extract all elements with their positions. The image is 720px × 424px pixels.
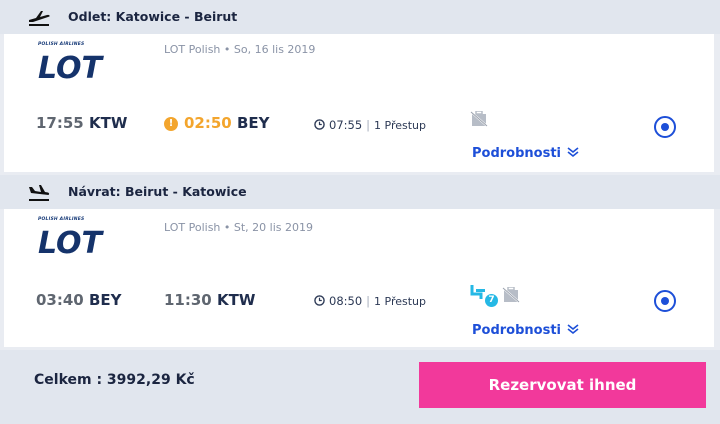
- details-label: Podrobnosti: [472, 323, 562, 338]
- lot-wordmark: LOT: [38, 52, 105, 80]
- departure-time: 03:40 BEY: [36, 291, 122, 309]
- carrier-date: LOT Polish • St, 20 lis 2019: [164, 221, 313, 234]
- no-luggage-icon: [502, 287, 520, 303]
- separator: |: [366, 294, 371, 308]
- arrival-time: 02:50 BEY: [184, 114, 270, 132]
- duration: 07:55: [329, 118, 363, 132]
- book-now-button[interactable]: Rezervovat ihned: [419, 362, 706, 408]
- outbound-card[interactable]: POLISH AIRLINES LOT LOT Polish • So, 16 …: [4, 34, 714, 172]
- arrival-time: 11:30 KTW: [164, 291, 256, 309]
- svg-text:LOT: LOT: [38, 227, 105, 255]
- duration-stops: 08:50 | 1 Přestup: [314, 294, 426, 308]
- return-title: Návrat: Beirut - Katowice: [68, 184, 247, 199]
- duration-stops: 07:55 | 1 Přestup: [314, 118, 426, 132]
- select-outbound-radio[interactable]: [654, 116, 676, 138]
- svg-text:LOT: LOT: [38, 52, 105, 80]
- details-link[interactable]: Podrobnosti: [472, 323, 579, 338]
- warning-icon[interactable]: !: [164, 117, 178, 131]
- details-link[interactable]: Podrobnosti: [472, 146, 579, 161]
- return-header: Návrat: Beirut - Katowice: [0, 175, 720, 209]
- logo-caption: POLISH AIRLINES: [38, 217, 85, 222]
- lot-wordmark: LOT: [38, 227, 105, 255]
- double-chevron-down-icon: [567, 324, 579, 335]
- stops: 1 Přestup: [374, 295, 427, 308]
- booking-footer: Celkem : 3992,29 Kč Rezervovat ihned: [0, 350, 720, 424]
- select-return-radio[interactable]: [654, 290, 676, 312]
- details-label: Podrobnosti: [472, 146, 562, 161]
- departure-time: 17:55 KTW: [36, 114, 128, 132]
- lot-logo: POLISH AIRLINES LOT: [36, 42, 126, 88]
- total-price: Celkem : 3992,29 Kč: [34, 372, 195, 388]
- seat-count-badge: 7: [485, 294, 498, 307]
- duration: 08:50: [329, 294, 363, 308]
- lot-logo: POLISH AIRLINES LOT: [36, 217, 126, 263]
- no-luggage-icon: [470, 111, 488, 127]
- clock-icon: [314, 119, 325, 130]
- stops: 1 Přestup: [374, 119, 427, 132]
- outbound-header: Odlet: Katowice - Beirut: [0, 0, 720, 34]
- logo-caption: POLISH AIRLINES: [38, 42, 85, 47]
- flight-summary: Odlet: Katowice - Beirut POLISH AIRLINES…: [0, 0, 720, 424]
- return-card[interactable]: POLISH AIRLINES LOT LOT Polish • St, 20 …: [4, 209, 714, 347]
- clock-icon: [314, 295, 325, 306]
- double-chevron-down-icon: [567, 147, 579, 158]
- separator: |: [366, 118, 371, 132]
- carrier-date: LOT Polish • So, 16 lis 2019: [164, 43, 316, 56]
- airplane-takeoff-icon: [29, 11, 50, 26]
- outbound-title: Odlet: Katowice - Beirut: [68, 9, 238, 24]
- airplane-landing-icon: [29, 185, 50, 201]
